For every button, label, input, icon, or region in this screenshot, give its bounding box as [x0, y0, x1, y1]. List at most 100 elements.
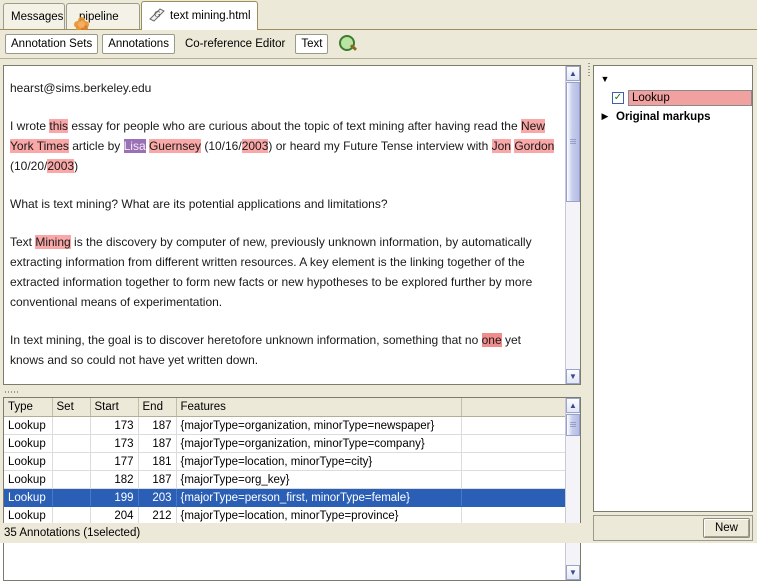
lookup-checkbox[interactable]: ✓ [612, 91, 624, 104]
cell-blank [461, 488, 567, 507]
annotation-highlight[interactable]: Jon [491, 139, 511, 153]
cell-end: 187 [138, 470, 177, 489]
chevron-down-icon[interactable]: ▼ [598, 74, 612, 84]
cell-set [52, 452, 91, 471]
table-row[interactable]: Lookup 177 181 {majorType=location, minorTy… [4, 452, 567, 471]
annotation-highlight[interactable]: 2003 [241, 139, 269, 153]
document-paragraph-1: I wrote this essay for people who are cu… [10, 116, 558, 176]
annotations-table-pane[interactable]: Type Set Start End Features Lookup 173 187… [3, 397, 581, 581]
cell-start: 204 [90, 506, 139, 525]
document-text-run: ) or heard my Future Tense interview wit… [268, 139, 492, 153]
left-column: hearst@sims.berkeley.edu I wrote this es… [0, 59, 585, 581]
cell-features: {majorType=location, minorType=province} [176, 506, 462, 525]
table-scroll-down-icon[interactable]: ▼ [566, 565, 580, 580]
annotation-count-status: 35 Annotations (1selected) [4, 527, 141, 539]
cell-features: {majorType=organization, minorType=compa… [176, 434, 462, 453]
cell-features: {majorType=person_first, minorType=femal… [176, 488, 462, 507]
cell-type: Lookup [4, 506, 53, 525]
tab-messages-label: Messages [11, 10, 64, 23]
document-text-pane[interactable]: hearst@sims.berkeley.edu I wrote this es… [3, 65, 581, 385]
annotation-highlight[interactable]: Gordon [514, 139, 555, 153]
document-text-content[interactable]: hearst@sims.berkeley.edu I wrote this es… [4, 66, 566, 384]
tab-pipeline[interactable]: pipeline [66, 3, 140, 32]
cell-blank [461, 434, 567, 453]
document-text-run: ) [74, 159, 79, 173]
cell-features: {majorType=org_key} [176, 470, 462, 489]
document-text-run: I wrote [10, 119, 50, 133]
chevron-right-icon[interactable]: ▶ [598, 111, 612, 122]
cell-start: 173 [90, 416, 139, 435]
table-scrollbar-thumb[interactable] [566, 414, 580, 436]
annotation-highlight[interactable]: one [481, 333, 502, 347]
table-row[interactable]: Lookup 204 212 {majorType=location, minorTy… [4, 506, 567, 525]
annotation-highlight[interactable]: Guernsey [148, 139, 201, 153]
cell-set [52, 506, 91, 525]
cell-blank [461, 506, 567, 525]
tab-text-mining-html[interactable]: G text mining.html [141, 1, 258, 30]
tree-item-original-markups-label: Original markups [616, 110, 711, 123]
document-text-run: essay for people who are curious about t… [68, 119, 521, 133]
cell-blank [461, 452, 567, 471]
magnifier-icon[interactable] [338, 34, 358, 54]
tree-root-node[interactable]: ▼ [594, 69, 752, 88]
column-header-set[interactable]: Set [52, 398, 91, 417]
table-header-row: Type Set Start End Features [4, 398, 567, 417]
tree-item-lookup-label[interactable]: Lookup [628, 89, 752, 106]
new-annotation-set-bar: New [593, 515, 753, 541]
table-scroll-up-icon[interactable]: ▲ [566, 398, 580, 413]
document-text-run: In text mining, the goal is to discover … [10, 333, 482, 347]
table-row[interactable]: Lookup 182 187 {majorType=org_key} [4, 470, 567, 489]
document-icon: G [149, 7, 165, 25]
table-vertical-scrollbar[interactable]: ▲ ▼ [565, 398, 580, 580]
cell-features: {majorType=organization, minorType=newsp… [176, 416, 462, 435]
cell-blank [461, 416, 567, 435]
table-row[interactable]: Lookup 173 187 {majorType=organization, min… [4, 416, 567, 435]
cell-start: 173 [90, 434, 139, 453]
annotations-button[interactable]: Annotations [102, 34, 175, 54]
annotation-highlight[interactable]: 2003 [47, 159, 75, 173]
tab-text-mining-label: text mining.html [170, 10, 251, 22]
column-header-type[interactable]: Type [4, 398, 53, 417]
document-paragraph-2: What is text mining? What are its potent… [10, 194, 558, 214]
svg-text:G: G [154, 10, 160, 19]
tab-messages[interactable]: Messages [3, 3, 65, 29]
tree-item-lookup[interactable]: ✓ Lookup [594, 88, 752, 107]
table-row[interactable]: Lookup 173 187 {majorType=organization, min… [4, 434, 567, 453]
document-paragraph-4: In text mining, the goal is to discover … [10, 330, 558, 370]
annotation-highlight[interactable]: Mining [35, 235, 71, 249]
scroll-up-icon[interactable]: ▲ [566, 66, 580, 81]
cell-end: 203 [138, 488, 177, 507]
cell-set [52, 470, 91, 489]
cell-start: 177 [90, 452, 139, 471]
text-button[interactable]: Text [295, 34, 329, 54]
vertical-split-divider[interactable] [585, 59, 593, 543]
column-header-end[interactable]: End [138, 398, 177, 417]
document-text-run: (10/20/ [10, 159, 48, 173]
cell-type: Lookup [4, 470, 53, 489]
cell-start: 182 [90, 470, 139, 489]
scroll-down-icon[interactable]: ▼ [566, 369, 580, 384]
annotation-highlight[interactable]: Lisa [123, 139, 146, 153]
cell-set [52, 434, 91, 453]
cell-end: 187 [138, 434, 177, 453]
cell-end: 212 [138, 506, 177, 525]
table-row[interactable]: Lookup 199 203 {majorType=person_first, min… [4, 488, 567, 507]
horizontal-split-divider[interactable] [3, 388, 581, 396]
scrollbar-thumb[interactable] [566, 82, 580, 202]
coreference-editor-button[interactable]: Co-reference Editor [179, 34, 291, 54]
annotation-sets-tree[interactable]: ▼ ✓ Lookup ▶ Original markups [593, 65, 753, 512]
right-column: ▼ ✓ Lookup ▶ Original markups New [593, 59, 757, 543]
cell-start: 199 [90, 488, 139, 507]
new-button[interactable]: New [702, 518, 750, 538]
column-header-start[interactable]: Start [90, 398, 139, 417]
annotation-highlight[interactable]: this [49, 119, 69, 133]
cell-type: Lookup [4, 416, 53, 435]
view-toolbar: Annotation Sets Annotations Co-reference… [0, 30, 757, 59]
document-paragraph-3: Text Mining is the discovery by computer… [10, 232, 558, 312]
cell-set [52, 488, 91, 507]
annotation-sets-button[interactable]: Annotation Sets [5, 34, 99, 54]
text-pane-vertical-scrollbar[interactable]: ▲ ▼ [565, 66, 580, 384]
document-text-run: is the discovery by computer of new, pre… [10, 235, 533, 309]
column-header-features[interactable]: Features [176, 398, 462, 417]
tree-item-original-markups[interactable]: ▶ Original markups [594, 107, 752, 126]
